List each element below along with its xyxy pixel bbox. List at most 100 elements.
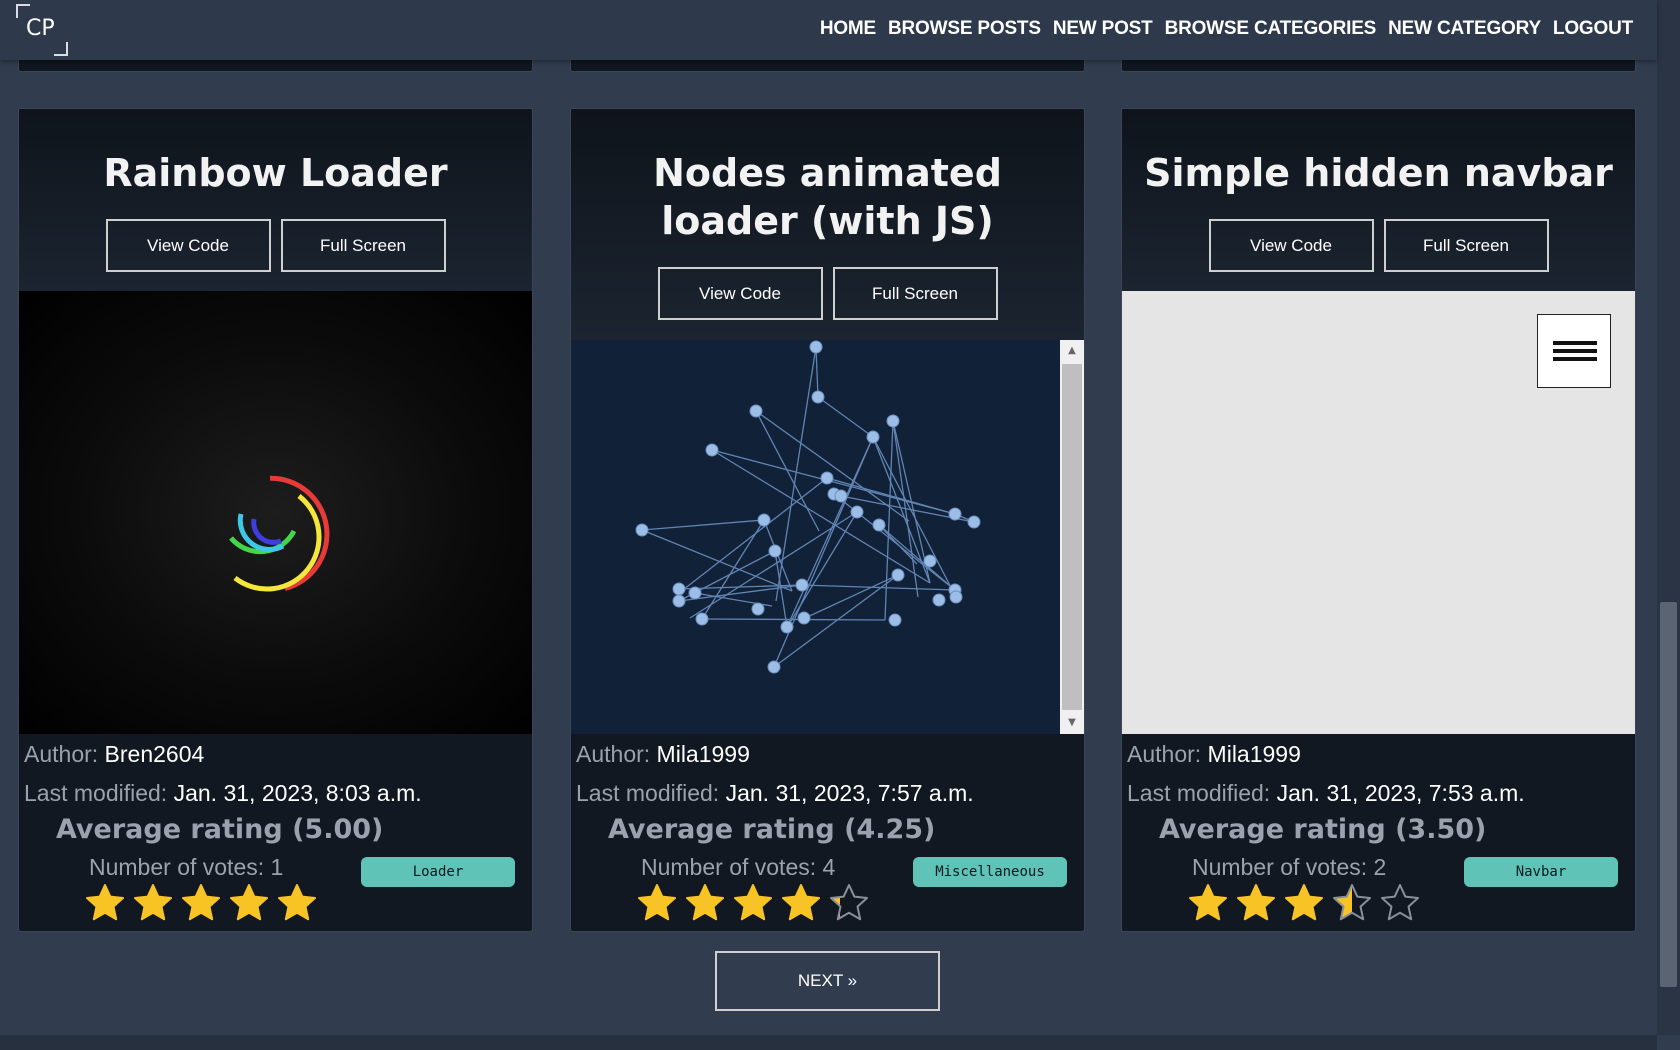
post-card: Nodes animated loader (with JS) View Cod…	[570, 108, 1085, 932]
network-node	[866, 430, 880, 444]
category-badge[interactable]: Miscellaneous	[913, 857, 1067, 887]
star-filled-icon[interactable]	[277, 883, 317, 921]
top-navbar: CP HOME BROWSE POSTS NEW POST BROWSE CAT…	[0, 0, 1657, 60]
nav-links: HOME BROWSE POSTS NEW POST BROWSE CATEGO…	[820, 18, 1633, 40]
author-label: Author:	[24, 741, 99, 767]
author-line: Author: Bren2604	[24, 741, 204, 768]
hamburger-menu-icon[interactable]	[1537, 314, 1611, 388]
star-rating[interactable]	[637, 883, 869, 921]
hamburger-line	[1553, 341, 1597, 345]
star-half-icon[interactable]	[829, 883, 869, 921]
post-title: Simple hidden navbar	[1144, 151, 1613, 195]
average-rating: Average rating (4.25)	[608, 814, 936, 845]
number-of-votes: Number of votes: 2	[1192, 854, 1387, 880]
network-node	[751, 602, 765, 616]
card-header: Rainbow Loader View Code Full Screen	[19, 109, 532, 291]
modified-line: Last modified: Jan. 31, 2023, 7:53 a.m.	[1127, 780, 1525, 807]
footer-strip	[0, 1035, 1657, 1050]
full-screen-button[interactable]: Full Screen	[280, 219, 446, 272]
star-filled-icon[interactable]	[181, 883, 221, 921]
network-node	[768, 544, 782, 558]
star-empty-icon[interactable]	[1380, 883, 1420, 921]
logo[interactable]: CP	[16, 4, 68, 56]
card-header: Nodes animated loader (with JS) View Cod…	[571, 109, 1084, 340]
network-node	[811, 390, 825, 404]
post-title: Nodes animated loader (with JS)	[653, 151, 1002, 243]
star-filled-icon[interactable]	[1188, 883, 1228, 921]
preview-scrollbar[interactable]: ▲ ▼	[1060, 340, 1084, 734]
page-scrollbar[interactable]	[1657, 0, 1680, 1035]
author-line: Author: Mila1999	[1127, 741, 1301, 768]
modified-date: Jan. 31, 2023, 8:03 a.m.	[173, 780, 422, 806]
post-card: Rainbow Loader View Code Full Screen Aut…	[18, 108, 533, 932]
author-name[interactable]: Mila1999	[1208, 741, 1301, 767]
average-rating: Average rating (3.50)	[1159, 814, 1487, 845]
star-filled-icon[interactable]	[685, 883, 725, 921]
network-node	[797, 611, 811, 625]
star-rating[interactable]	[85, 883, 317, 921]
post-card: Simple hidden navbar View Code Full Scre…	[1121, 108, 1636, 932]
star-half-icon[interactable]	[1332, 883, 1372, 921]
star-filled-icon[interactable]	[85, 883, 125, 921]
code-preview-frame[interactable]	[1122, 291, 1635, 734]
network-node	[967, 515, 981, 529]
scroll-up-arrow-icon[interactable]: ▲	[1060, 340, 1084, 362]
category-badge[interactable]: Loader	[361, 857, 515, 887]
star-rating[interactable]	[1188, 883, 1420, 921]
average-rating: Average rating (5.00)	[56, 814, 384, 845]
nav-link-new-post[interactable]: NEW POST	[1053, 18, 1153, 40]
network-node	[635, 523, 649, 537]
network-node	[850, 505, 864, 519]
network-node	[688, 586, 702, 600]
network-node	[767, 660, 781, 674]
full-screen-button[interactable]: Full Screen	[1383, 219, 1549, 272]
nav-link-browse-posts[interactable]: BROWSE POSTS	[888, 18, 1041, 40]
nav-link-browse-categories[interactable]: BROWSE CATEGORIES	[1165, 18, 1377, 40]
loader-arc	[251, 518, 282, 545]
modified-date: Jan. 31, 2023, 7:57 a.m.	[725, 780, 974, 806]
logo-corner-bottom-right	[54, 42, 68, 56]
star-filled-icon[interactable]	[637, 883, 677, 921]
star-filled-icon[interactable]	[133, 883, 173, 921]
network-node	[948, 507, 962, 521]
code-preview-frame[interactable]	[19, 291, 532, 734]
author-name[interactable]: Mila1999	[657, 741, 750, 767]
network-node	[888, 613, 902, 627]
author-line: Author: Mila1999	[576, 741, 750, 768]
modified-label: Last modified:	[1127, 780, 1271, 806]
nav-link-home[interactable]: HOME	[820, 18, 876, 40]
page-scrollbar-thumb[interactable]	[1660, 602, 1677, 987]
hamburger-line	[1553, 349, 1597, 353]
view-code-button[interactable]: View Code	[1208, 219, 1374, 272]
code-preview-frame[interactable]: ▲ ▼	[571, 340, 1084, 734]
network-node	[834, 489, 848, 503]
modified-line: Last modified: Jan. 31, 2023, 7:57 a.m.	[576, 780, 974, 807]
star-filled-icon[interactable]	[1236, 883, 1276, 921]
network-node	[672, 582, 686, 596]
view-code-button[interactable]: View Code	[105, 219, 271, 272]
star-filled-icon[interactable]	[781, 883, 821, 921]
modified-label: Last modified:	[24, 780, 168, 806]
star-filled-icon[interactable]	[229, 883, 269, 921]
network-node	[795, 578, 809, 592]
full-screen-button[interactable]: Full Screen	[832, 267, 998, 320]
network-node	[757, 513, 771, 527]
star-filled-icon[interactable]	[1284, 883, 1324, 921]
author-label: Author:	[576, 741, 651, 767]
network-node	[923, 554, 937, 568]
view-code-button[interactable]: View Code	[657, 267, 823, 320]
network-node	[820, 471, 834, 485]
scroll-down-arrow-icon[interactable]: ▼	[1060, 712, 1084, 734]
nav-link-logout[interactable]: LOGOUT	[1553, 18, 1633, 40]
nav-link-new-category[interactable]: NEW CATEGORY	[1388, 18, 1541, 40]
modified-line: Last modified: Jan. 31, 2023, 8:03 a.m.	[24, 780, 422, 807]
author-name[interactable]: Bren2604	[105, 741, 205, 767]
star-filled-icon[interactable]	[733, 883, 773, 921]
preview-scrollbar-thumb[interactable]	[1062, 364, 1082, 710]
network-node	[672, 594, 686, 608]
next-page-button[interactable]: NEXT »	[715, 951, 940, 1011]
category-badge[interactable]: Navbar	[1464, 857, 1618, 887]
number-of-votes: Number of votes: 1	[89, 854, 284, 880]
network-node	[886, 414, 900, 428]
network-node	[872, 518, 886, 532]
